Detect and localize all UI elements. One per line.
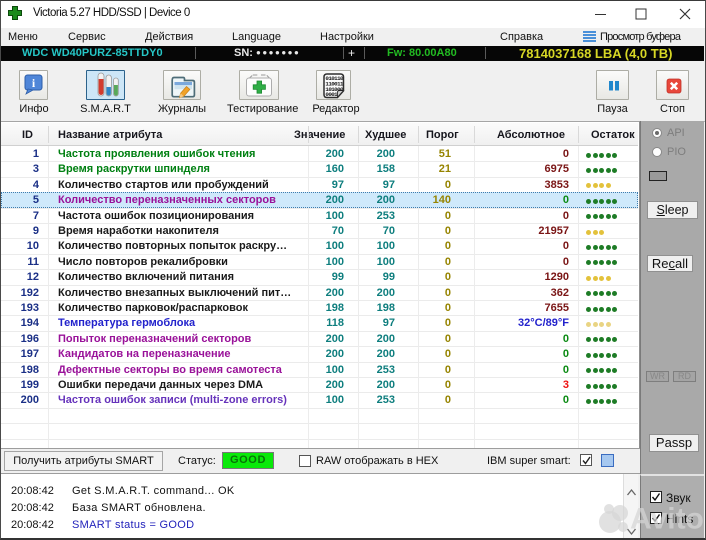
svg-text:Avito: Avito xyxy=(630,503,704,536)
svg-text:0001: 0001 xyxy=(325,91,338,98)
